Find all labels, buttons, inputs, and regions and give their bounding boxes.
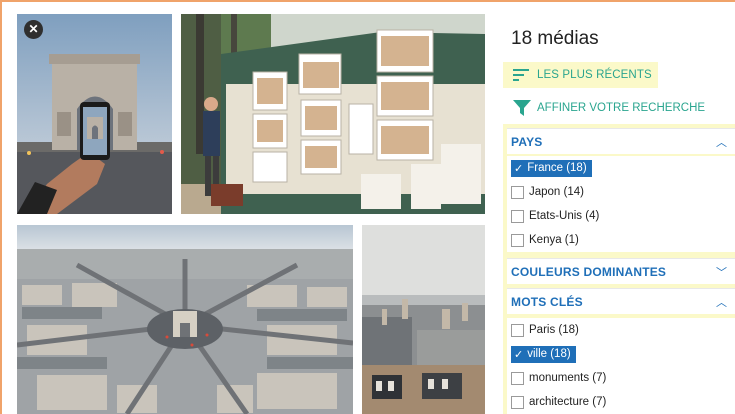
option-ville[interactable]: ✓ ville (18) [507, 342, 735, 366]
chevron-up-icon: ︿ [716, 296, 727, 309]
photo-aerial-paris[interactable] [17, 225, 353, 414]
section-couleurs-dominantes[interactable]: COULEURS DOMINANTES ﹀ [507, 258, 735, 284]
pays-options: ✓ France (18) Japon (14) Etats-Unis (4) K… [507, 156, 735, 252]
filters-container: AFFINER VOTRE RECHERCHE PAYS ︿ ✓ France (… [503, 92, 735, 414]
option-label: architecture (7) [529, 396, 607, 408]
photo-rooftops[interactable] [362, 225, 485, 414]
option-france[interactable]: ✓ France (18) [507, 156, 735, 180]
check-icon: ✓ [514, 162, 524, 175]
section-pays[interactable]: PAYS ︿ [507, 128, 735, 154]
refine-search-button[interactable]: AFFINER VOTRE RECHERCHE [503, 92, 735, 124]
section-title: MOTS CLÉS [511, 294, 583, 309]
check-icon: ✓ [514, 348, 524, 361]
section-mots-cles[interactable]: MOTS CLÉS ︿ [507, 288, 735, 314]
checkbox[interactable] [511, 395, 524, 409]
refine-label: AFFINER VOTRE RECHERCHE [537, 102, 706, 114]
checkbox[interactable] [511, 233, 524, 247]
option-label: Japon (14) [529, 186, 584, 198]
option-paris[interactable]: Paris (18) [507, 318, 735, 342]
option-label: ville (18) [527, 348, 571, 360]
results-count: 18 médias [511, 28, 599, 49]
chevron-up-icon: ︿ [716, 136, 727, 149]
option-etats-unis[interactable]: Etats-Unis (4) [507, 204, 735, 228]
mots-cles-options: Paris (18) ✓ ville (18) monuments (7) arc… [507, 318, 735, 414]
option-label: Etats-Unis (4) [529, 210, 600, 222]
filter-panel: 18 médias LES PLUS RÉCENTS AFFINER VOTRE… [500, 14, 735, 414]
option-label: Paris (18) [529, 324, 579, 336]
checkbox[interactable] [511, 323, 524, 337]
option-monuments[interactable]: monuments (7) [507, 366, 735, 390]
funnel-icon [513, 100, 531, 116]
checkbox[interactable] [511, 209, 524, 223]
photo-bouquinistes[interactable] [181, 14, 485, 214]
checkbox[interactable] [511, 371, 524, 385]
photo-arc-phone[interactable] [17, 14, 172, 214]
sort-button[interactable]: LES PLUS RÉCENTS [503, 62, 658, 88]
sort-lines-icon [513, 69, 529, 81]
option-kenya[interactable]: Kenya (1) [507, 228, 735, 252]
section-title: PAYS [511, 134, 543, 149]
section-title: COULEURS DOMINANTES [511, 264, 667, 279]
chevron-down-icon: ﹀ [716, 266, 727, 279]
option-label: Kenya (1) [529, 234, 579, 246]
option-label: France (18) [527, 162, 587, 174]
close-icon[interactable]: ✕ [24, 20, 43, 39]
option-japon[interactable]: Japon (14) [507, 180, 735, 204]
option-architecture[interactable]: architecture (7) [507, 390, 735, 414]
checkbox[interactable] [511, 185, 524, 199]
option-label: monuments (7) [529, 372, 607, 384]
sort-label: LES PLUS RÉCENTS [537, 69, 652, 81]
